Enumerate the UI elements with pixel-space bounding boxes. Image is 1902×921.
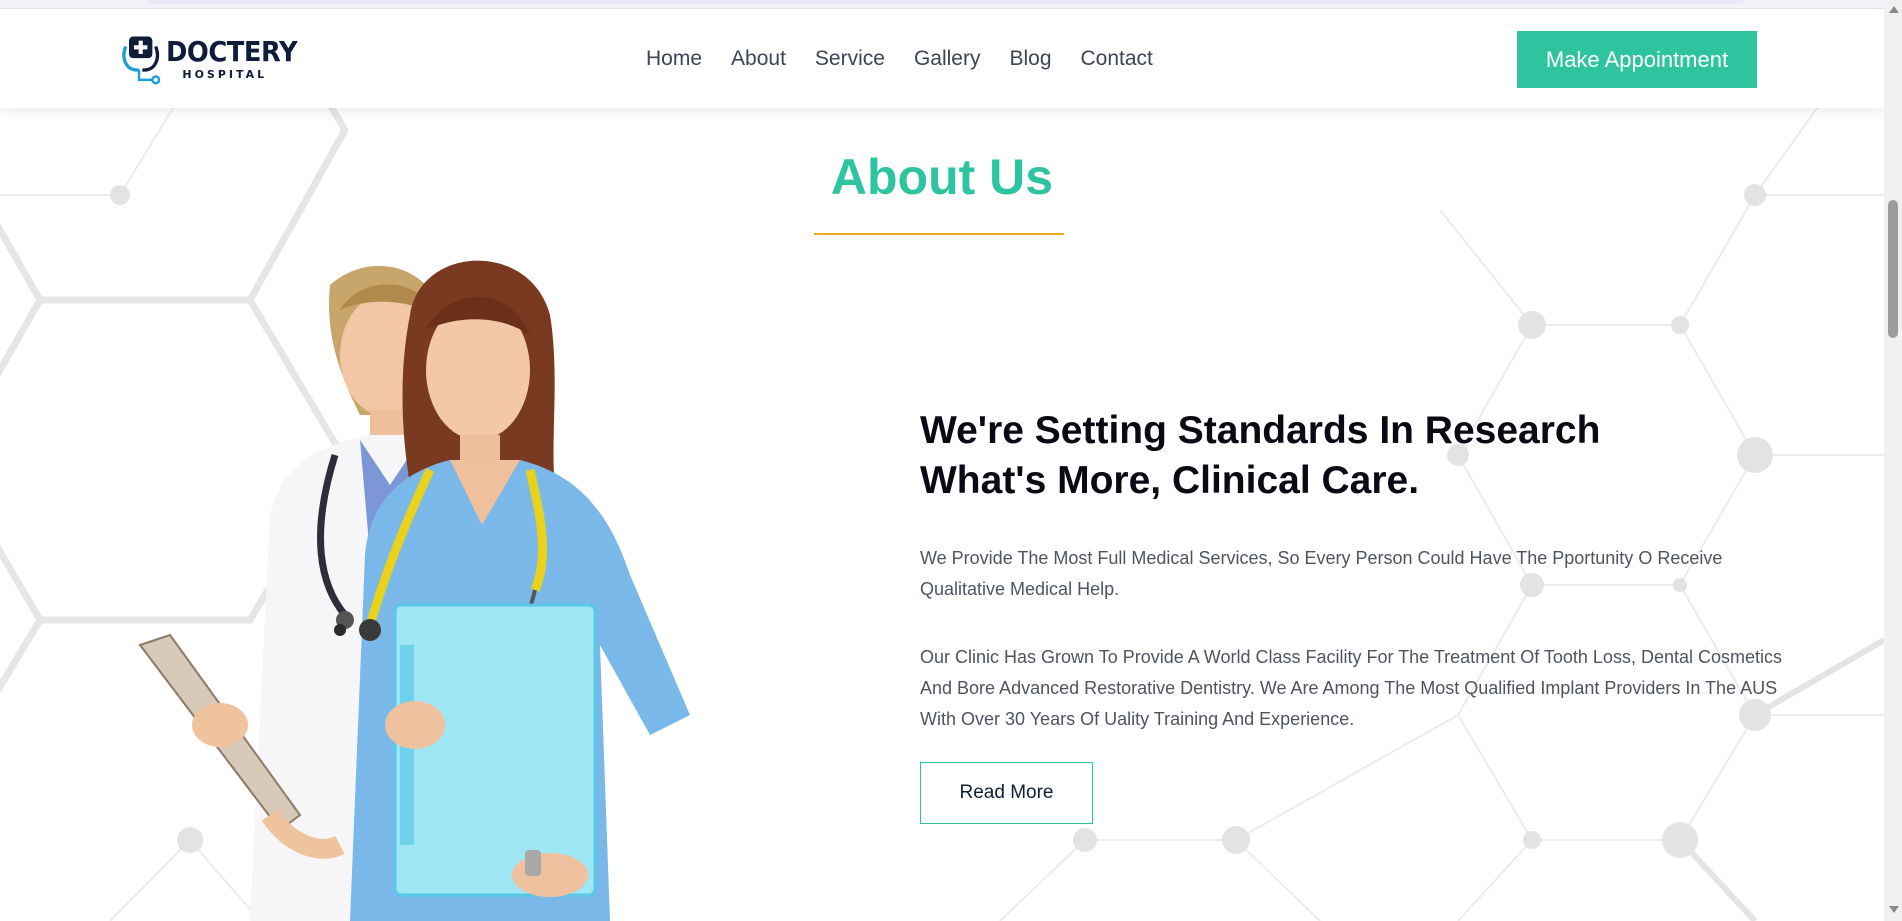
make-appointment-button[interactable]: Make Appointment	[1517, 31, 1757, 88]
nav-item-about[interactable]: About	[731, 47, 786, 71]
about-paragraph-1: We Provide The Most Full Medical Service…	[920, 548, 1723, 599]
nav-item-contact[interactable]: Contact	[1081, 47, 1153, 71]
page: DOCTERY HOSPITAL Home About Service Gall…	[0, 0, 1902, 921]
title-underline	[814, 233, 1064, 235]
about-headline: We're Setting Standards In Research What…	[920, 406, 1720, 506]
brand-subtitle: HOSPITAL	[182, 68, 268, 81]
stethoscope-cross-icon	[122, 36, 161, 85]
headline-line-2: What's More, Clinical Care.	[920, 459, 1420, 502]
about-paragraph-2: Our Clinic Has Grown To Provide A World …	[920, 647, 1782, 729]
site-header: DOCTERY HOSPITAL Home About Service Gall…	[0, 9, 1884, 108]
section-title: About Us	[830, 149, 1054, 205]
read-more-button[interactable]: Read More	[920, 762, 1093, 824]
scroll-thumb[interactable]	[1888, 200, 1898, 338]
nav-item-blog[interactable]: Blog	[1009, 47, 1051, 71]
nav-item-service[interactable]: Service	[815, 47, 885, 71]
brand-name: DOCTERY	[166, 35, 298, 68]
browser-top-strip	[0, 0, 1884, 9]
nav-item-gallery[interactable]: Gallery	[914, 47, 981, 71]
headline-line-1: We're Setting Standards In Research	[920, 409, 1601, 452]
scroll-up-arrow-icon[interactable]	[1889, 6, 1899, 13]
brand-logo[interactable]: DOCTERY HOSPITAL	[119, 29, 309, 89]
page-scrollbar[interactable]	[1884, 0, 1902, 921]
scroll-down-arrow-icon[interactable]	[1889, 906, 1899, 913]
nav-item-home[interactable]: Home	[646, 47, 702, 71]
doctors-illustration	[138, 260, 690, 921]
main-nav: Home About Service Gallery Blog Contact	[646, 47, 1182, 71]
